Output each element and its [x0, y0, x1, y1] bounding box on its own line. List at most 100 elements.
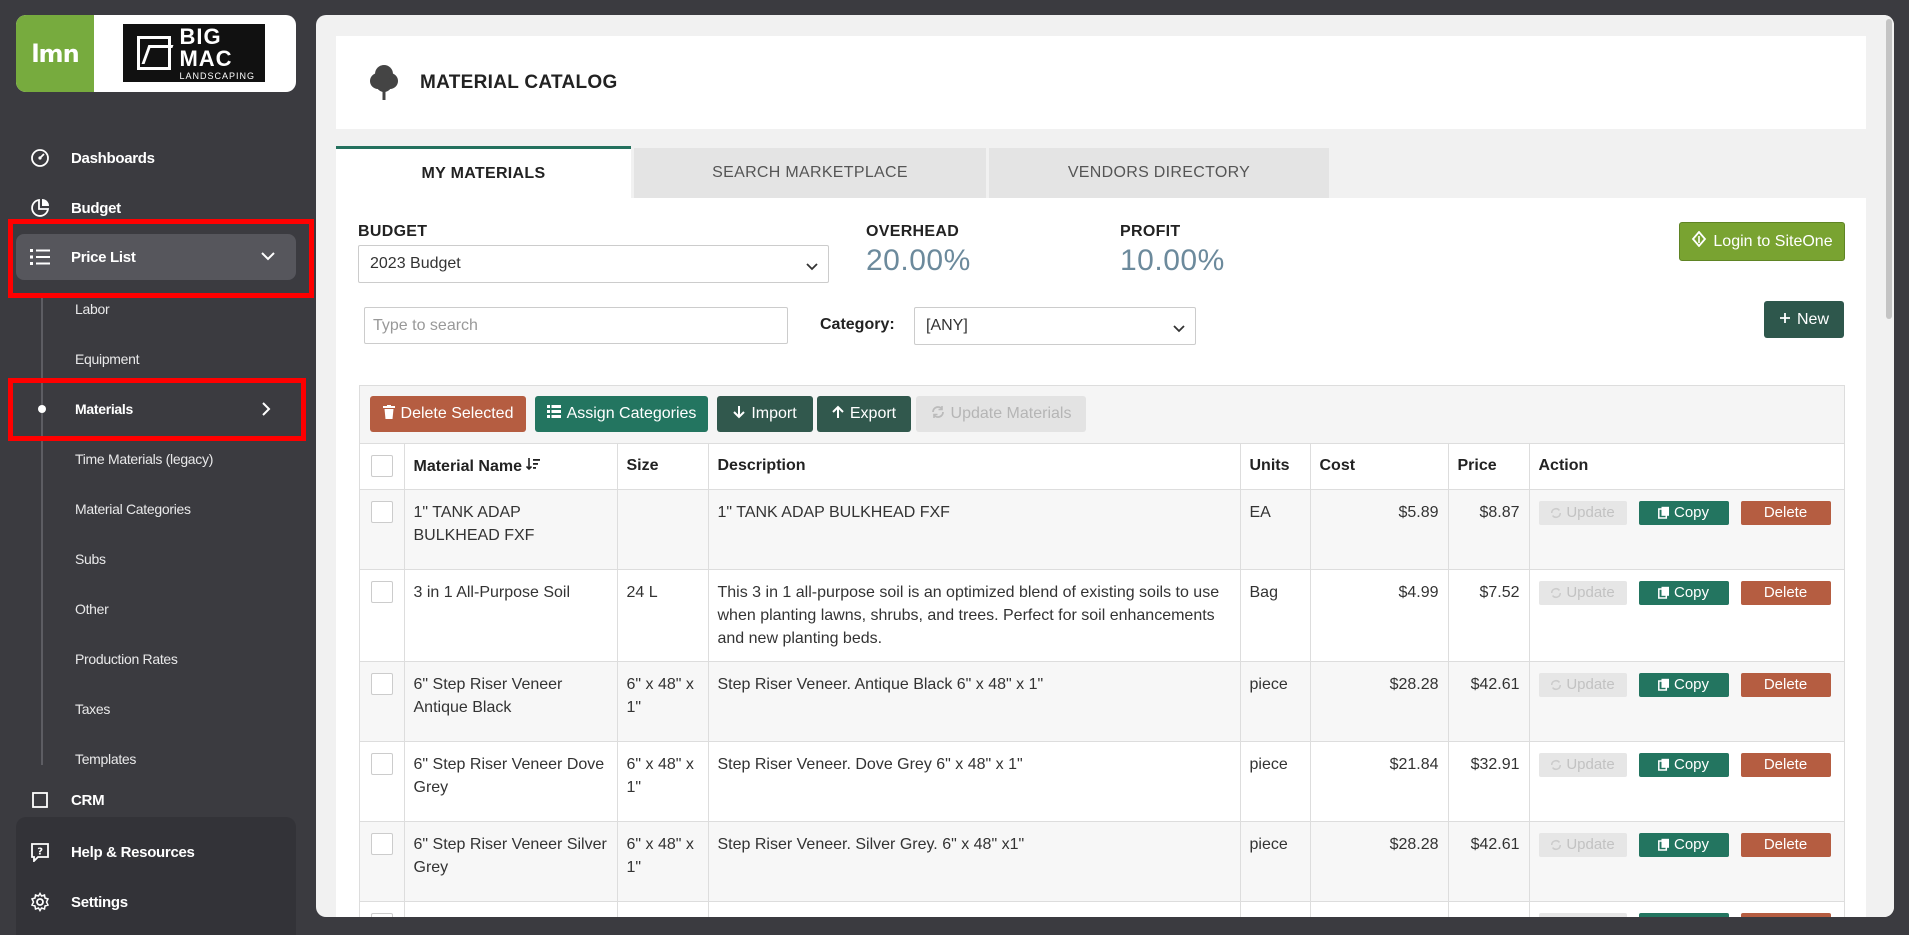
- cell-actions: Update Copy Delete: [1529, 821, 1844, 902]
- arrow-up-icon: [832, 405, 844, 424]
- login-siteone-button[interactable]: Login to SiteOne: [1679, 222, 1845, 261]
- row-checkbox[interactable]: [370, 752, 393, 775]
- row-delete-button[interactable]: Delete: [1740, 500, 1831, 525]
- select-all-checkbox[interactable]: [370, 455, 393, 478]
- row-select-cell: [360, 901, 405, 917]
- row-copy-label: Copy: [1673, 676, 1710, 693]
- sub-item-templates[interactable]: Templates: [75, 744, 136, 774]
- row-delete-label: Delete: [1763, 836, 1808, 853]
- table-row: 6" Step Riser Veneer6" x 48"Step Riser V…: [360, 901, 1844, 917]
- tab-my-materials[interactable]: MY MATERIALS: [336, 146, 631, 198]
- page-scrollbar[interactable]: [1884, 15, 1894, 917]
- cell-cost: $21.84: [1310, 741, 1449, 822]
- row-delete-button[interactable]: Delete: [1740, 912, 1831, 917]
- sub-item-equipment[interactable]: Equipment: [75, 344, 140, 374]
- row-update-button[interactable]: Update: [1538, 672, 1627, 697]
- assign-categories-button[interactable]: Assign Categories: [535, 396, 708, 432]
- row-delete-button[interactable]: Delete: [1740, 580, 1831, 605]
- col-material-name[interactable]: Material Name: [404, 444, 618, 490]
- cell-material-name[interactable]: 1" TANK ADAP BULKHEAD FXF: [404, 489, 618, 570]
- tab-vendors-directory[interactable]: VENDORS DIRECTORY: [989, 148, 1329, 198]
- update-materials-label: Update Materials: [950, 405, 1072, 422]
- trash-icon: [382, 404, 395, 424]
- row-checkbox[interactable]: [370, 672, 393, 695]
- table-toolbar: Delete Selected Assign Categories Import…: [360, 386, 1844, 444]
- row-copy-button[interactable]: Copy: [1638, 832, 1729, 857]
- brand-logo[interactable]: lmn BIG MAC LANDSCAPING: [16, 15, 296, 92]
- row-copy-button[interactable]: Copy: [1638, 752, 1729, 777]
- row-checkbox[interactable]: [370, 832, 393, 855]
- delete-selected-button[interactable]: Delete Selected: [370, 396, 526, 432]
- row-delete-button[interactable]: Delete: [1740, 752, 1831, 777]
- row-update-button[interactable]: Update: [1538, 500, 1627, 525]
- nav-dashboards[interactable]: Dashboards: [16, 135, 296, 181]
- row-update-button[interactable]: Update: [1538, 912, 1627, 917]
- tree-icon: [364, 63, 404, 103]
- company-logo-mark-icon: [137, 36, 172, 70]
- row-update-button[interactable]: Update: [1538, 832, 1627, 857]
- row-copy-button[interactable]: Copy: [1638, 672, 1729, 697]
- row-update-label: Update: [1566, 504, 1615, 521]
- new-material-button[interactable]: New: [1764, 301, 1844, 338]
- cell-material-name[interactable]: 6" Step Riser Veneer: [404, 901, 618, 917]
- nav-settings[interactable]: Settings: [16, 882, 296, 922]
- cell-material-name[interactable]: 6" Step Riser Veneer Silver Grey: [404, 821, 618, 902]
- sort-descending-icon: [526, 457, 541, 475]
- overhead-label: OVERHEAD: [866, 223, 960, 240]
- row-copy-button[interactable]: Copy: [1638, 500, 1729, 525]
- row-delete-button[interactable]: Delete: [1740, 832, 1831, 857]
- row-copy-label: Copy: [1673, 756, 1710, 773]
- cell-price: $42.61: [1448, 661, 1530, 742]
- row-checkbox[interactable]: [370, 500, 393, 523]
- row-checkbox[interactable]: [370, 912, 393, 917]
- cell-actions: Update Copy Delete: [1529, 901, 1844, 917]
- lmn-logo: lmn: [16, 15, 94, 92]
- cell-price: $7.52: [1448, 569, 1530, 662]
- category-select[interactable]: [ANY]: [914, 307, 1196, 345]
- col-description[interactable]: Description: [708, 444, 1241, 490]
- sub-item-production-rates[interactable]: Production Rates: [75, 644, 178, 674]
- export-button[interactable]: Export: [817, 396, 911, 432]
- row-checkbox[interactable]: [370, 580, 393, 603]
- cell-units: piece: [1240, 821, 1311, 902]
- col-units[interactable]: Units: [1240, 444, 1311, 490]
- tab-search-marketplace[interactable]: SEARCH MARKETPLACE: [634, 148, 986, 198]
- svg-text:?: ?: [37, 847, 43, 858]
- refresh-icon: [1551, 759, 1562, 770]
- search-input[interactable]: Type to search: [364, 307, 788, 344]
- sub-item-taxes[interactable]: Taxes: [75, 694, 110, 724]
- row-delete-label: Delete: [1763, 584, 1808, 601]
- refresh-icon: [1551, 839, 1562, 850]
- col-price[interactable]: Price: [1448, 444, 1530, 490]
- col-cost[interactable]: Cost: [1310, 444, 1449, 490]
- nav-budget-label: Budget: [71, 199, 121, 217]
- sub-item-time-materials-legacy[interactable]: Time Materials (legacy): [75, 444, 213, 474]
- row-update-label: Update: [1566, 756, 1615, 773]
- cell-material-name[interactable]: 3 in 1 All-Purpose Soil: [404, 569, 618, 662]
- nav-crm[interactable]: CRM: [16, 790, 296, 810]
- row-update-button[interactable]: Update: [1538, 580, 1627, 605]
- row-delete-label: Delete: [1763, 756, 1808, 773]
- sub-item-labor[interactable]: Labor: [75, 294, 110, 324]
- cell-units: Bag: [1240, 569, 1311, 662]
- scrollbar-thumb[interactable]: [1886, 19, 1892, 319]
- update-materials-button[interactable]: Update Materials: [916, 396, 1086, 432]
- cell-description: Step Riser Veneer. Antique Black 6" x 48…: [708, 661, 1241, 742]
- cell-description: Step Riser Veneer. Dove Grey 6" x 48" x …: [708, 741, 1241, 822]
- cell-material-name[interactable]: 6" Step Riser Veneer Dove Grey: [404, 741, 618, 822]
- sub-item-material-categories[interactable]: Material Categories: [75, 494, 191, 524]
- sub-item-subs[interactable]: Subs: [75, 544, 106, 574]
- import-button[interactable]: Import: [717, 396, 813, 432]
- row-copy-button[interactable]: Copy: [1638, 912, 1729, 917]
- cell-units: piece: [1240, 741, 1311, 822]
- col-size[interactable]: Size: [617, 444, 709, 490]
- budget-select[interactable]: 2023 Budget: [358, 245, 829, 283]
- row-update-button[interactable]: Update: [1538, 752, 1627, 777]
- nav-help-resources[interactable]: ? Help & Resources: [16, 832, 296, 872]
- budget-select-value: 2023 Budget: [370, 255, 461, 272]
- row-copy-button[interactable]: Copy: [1638, 580, 1729, 605]
- row-delete-button[interactable]: Delete: [1740, 672, 1831, 697]
- cell-material-name[interactable]: 6" Step Riser Veneer Antique Black: [404, 661, 618, 742]
- sub-item-other[interactable]: Other: [75, 594, 109, 624]
- login-siteone-label: Login to SiteOne: [1713, 232, 1833, 250]
